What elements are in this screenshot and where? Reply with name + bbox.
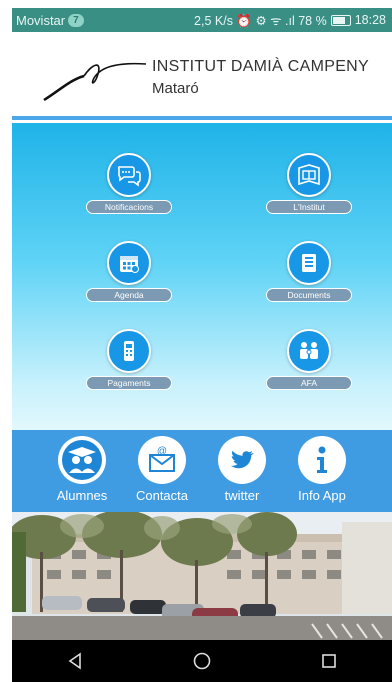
android-nav-bar — [12, 640, 392, 682]
svg-text:@: @ — [157, 446, 167, 457]
home-button[interactable] — [187, 646, 217, 676]
open-book-icon — [287, 153, 331, 197]
menu-item-label: Documents — [266, 288, 352, 302]
menu-item-institut[interactable]: L'Institut — [254, 153, 364, 215]
email-icon: @ — [138, 436, 186, 484]
school-logo-icon — [43, 62, 147, 102]
quick-item-info-app[interactable]: Info App — [282, 436, 362, 503]
quick-item-label: Info App — [298, 488, 346, 503]
menu-item-label: AFA — [266, 376, 352, 390]
menu-item-pagaments[interactable]: Pagaments — [74, 329, 184, 391]
quick-item-label: Contacta — [135, 488, 189, 503]
calendar-icon — [107, 241, 151, 285]
menu-item-label: L'Institut — [266, 200, 352, 214]
app-screen: Movistar 7 2,5 K/s ⏰ ⚙ ᯤ .ıl 78 % 18:28 … — [12, 0, 392, 682]
speech-bubbles-icon — [107, 153, 151, 197]
back-button[interactable] — [60, 646, 90, 676]
recents-square-icon — [321, 654, 336, 668]
school-building-photo — [12, 512, 392, 640]
school-name: INSTITUT DAMIÀ CAMPENY — [152, 58, 369, 75]
school-city: Mataró — [152, 80, 199, 97]
twitter-icon — [218, 436, 266, 484]
students-icon — [58, 436, 106, 484]
quick-access-bar: Alumnes @ Contacta twitter Info App — [12, 430, 392, 512]
payment-terminal-icon — [107, 329, 151, 373]
recents-button[interactable] — [314, 646, 344, 676]
menu-item-label: Notificacions — [86, 200, 172, 214]
notification-count-badge: 7 — [68, 13, 84, 27]
menu-item-documents[interactable]: Documents — [254, 241, 364, 303]
clock: 18:28 — [354, 13, 386, 27]
status-bar: Movistar 7 2,5 K/s ⏰ ⚙ ᯤ .ıl 78 % 18:28 — [12, 8, 392, 32]
status-right: 2,5 K/s ⏰ ⚙ ᯤ .ıl 78 % 18:28 — [194, 12, 386, 29]
carrier-group: Movistar 7 — [16, 13, 84, 28]
back-triangle-icon — [68, 652, 82, 670]
info-icon — [298, 436, 346, 484]
documents-icon — [287, 241, 331, 285]
quick-item-twitter[interactable]: twitter — [202, 436, 282, 503]
app-header: INSTITUT DAMIÀ CAMPENY Mataró — [12, 32, 392, 116]
status-indicators: 2,5 K/s ⏰ ⚙ ᯤ .ıl 78 % — [194, 13, 327, 28]
menu-item-label: Agenda — [86, 288, 172, 302]
battery-icon — [330, 14, 351, 26]
menu-item-afa[interactable]: AFA — [254, 329, 364, 391]
menu-item-agenda[interactable]: Agenda — [74, 241, 184, 303]
carrier-name: Movistar — [16, 12, 66, 28]
main-menu: Notificacions L'Institut Agenda Document… — [12, 123, 392, 430]
quick-item-contacta[interactable]: @ Contacta — [122, 436, 202, 503]
home-circle-icon — [193, 652, 211, 670]
quick-item-label: Alumnes — [56, 488, 108, 503]
quick-item-alumnes[interactable]: Alumnes — [42, 436, 122, 503]
menu-item-notificacions[interactable]: Notificacions — [74, 153, 184, 215]
family-icon — [287, 329, 331, 373]
quick-item-label: twitter — [224, 488, 260, 503]
menu-item-label: Pagaments — [86, 376, 172, 390]
